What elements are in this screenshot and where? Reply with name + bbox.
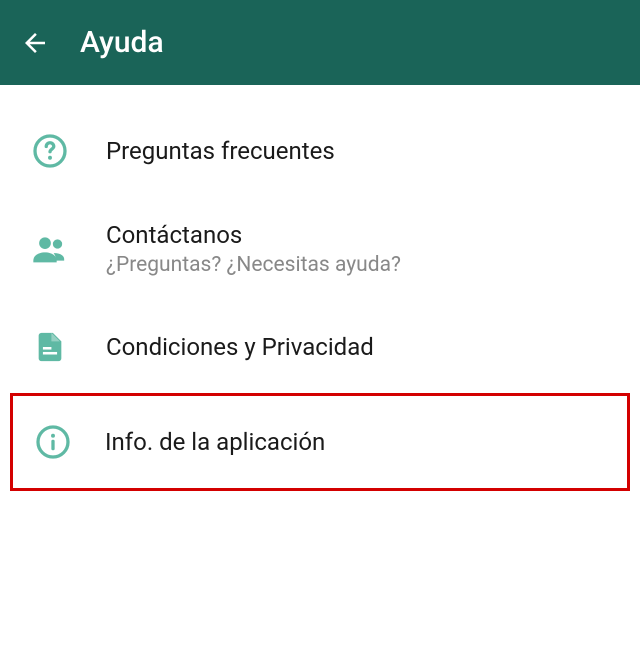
back-arrow-icon	[20, 28, 50, 58]
list-item-faq[interactable]: Preguntas frecuentes	[0, 105, 640, 197]
list-item-text: Condiciones y Privacidad	[106, 333, 374, 361]
list-item-subtitle: ¿Preguntas? ¿Necesitas ayuda?	[106, 253, 401, 277]
list-item-contact[interactable]: Contáctanos ¿Preguntas? ¿Necesitas ayuda…	[0, 197, 640, 301]
help-icon	[30, 131, 70, 171]
list-item-title: Condiciones y Privacidad	[106, 333, 374, 361]
list-item-title: Info. de la aplicación	[105, 428, 325, 456]
highlight-annotation: Info. de la aplicación	[10, 393, 630, 491]
info-icon	[33, 422, 73, 462]
page-title: Ayuda	[80, 25, 164, 60]
list-item-text: Contáctanos ¿Preguntas? ¿Necesitas ayuda…	[106, 221, 401, 277]
list-item-terms[interactable]: Condiciones y Privacidad	[0, 301, 640, 393]
back-button[interactable]	[20, 28, 50, 58]
list-item-title: Preguntas frecuentes	[106, 137, 335, 165]
list-item-text: Info. de la aplicación	[105, 428, 325, 456]
list-item-text: Preguntas frecuentes	[106, 137, 335, 165]
help-list: Preguntas frecuentes Contáctanos ¿Pregun…	[0, 85, 640, 491]
list-item-title: Contáctanos	[106, 221, 401, 249]
list-item-appinfo[interactable]: Info. de la aplicación	[13, 396, 627, 488]
app-header: Ayuda	[0, 0, 640, 85]
document-icon	[30, 327, 70, 367]
people-icon	[30, 229, 70, 269]
